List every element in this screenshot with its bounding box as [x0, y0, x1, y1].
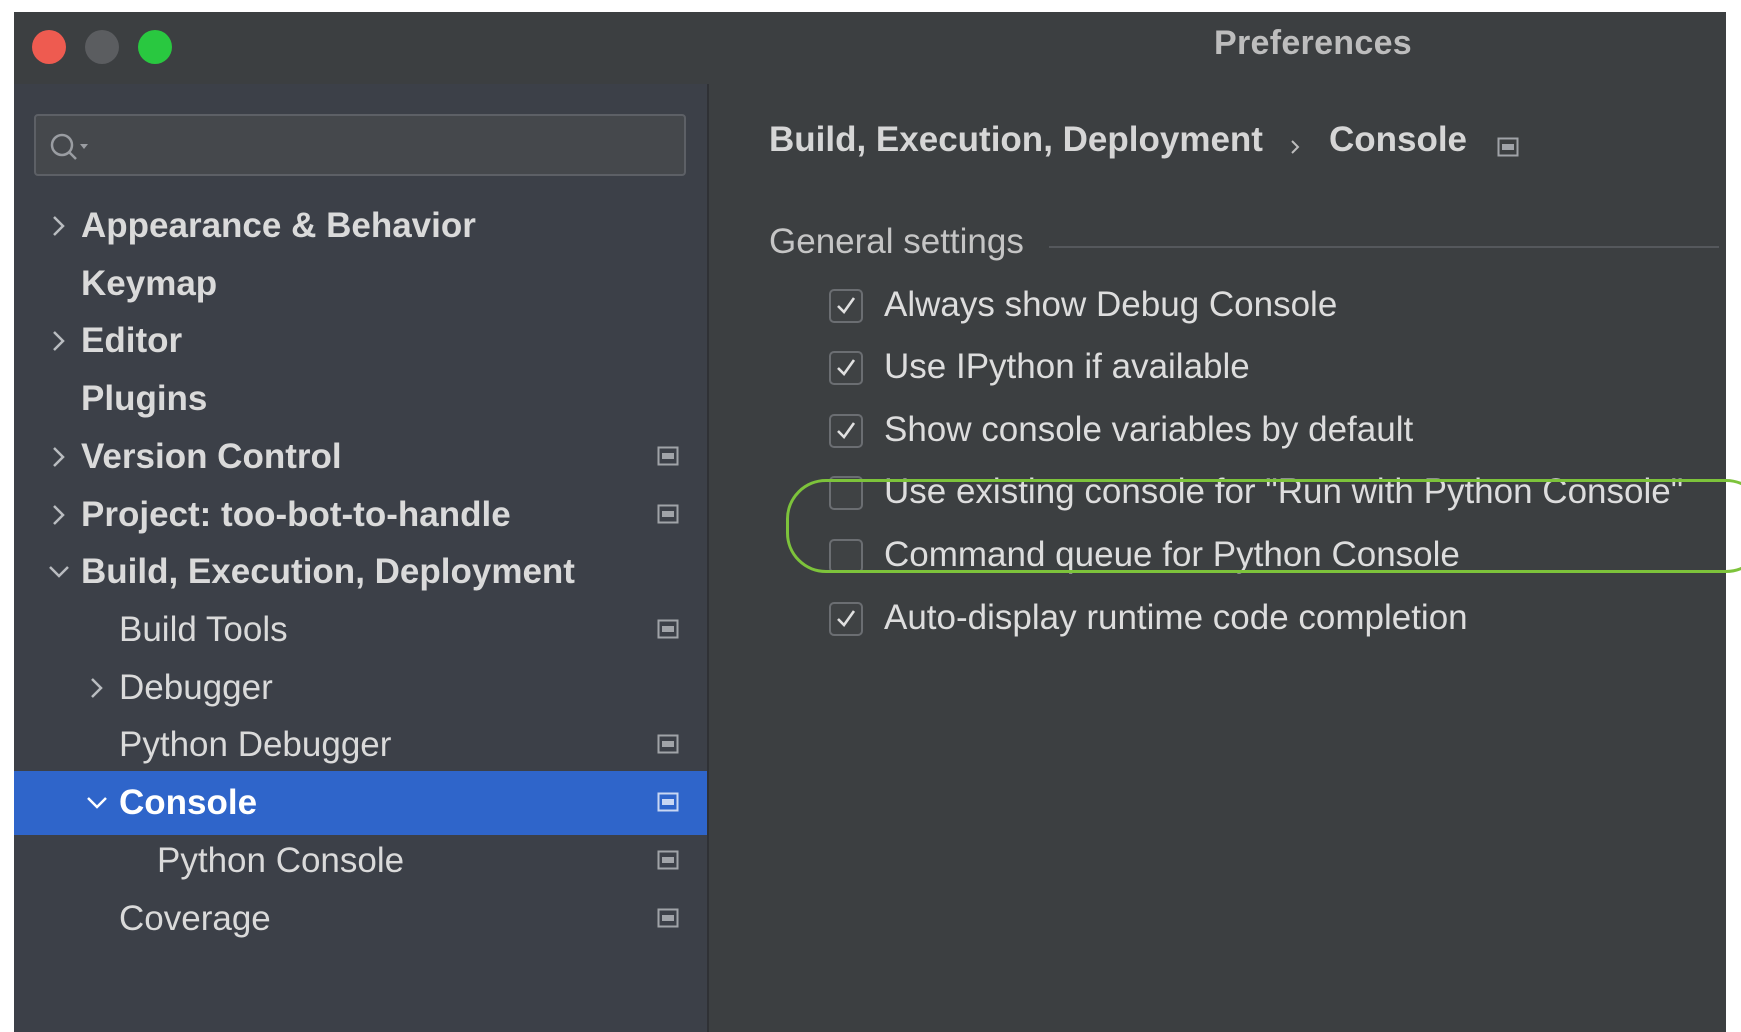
- sidebar-item-label: Version Control: [81, 437, 342, 476]
- chevron-down-icon[interactable]: [45, 558, 73, 586]
- minimize-window-button[interactable]: [85, 30, 119, 64]
- chevron-right-icon[interactable]: [83, 674, 111, 702]
- option-label: Use IPython if available: [884, 347, 1250, 386]
- sidebar-item-python-console[interactable]: Python Console: [14, 829, 707, 893]
- title-bar: Preferences: [14, 12, 1726, 84]
- project-level-icon: [657, 446, 679, 466]
- sidebar-item-build-tools[interactable]: Build Tools: [14, 598, 707, 662]
- sidebar-item-keymap[interactable]: Keymap: [14, 252, 707, 316]
- option-label: Show console variables by default: [884, 410, 1414, 449]
- project-level-icon: [657, 850, 679, 870]
- general-settings-heading: General settings: [769, 222, 1024, 261]
- sidebar-item-python-debugger[interactable]: Python Debugger: [14, 713, 707, 777]
- sidebar-item-coverage[interactable]: Coverage: [14, 887, 707, 951]
- sidebar-item-label: Build, Execution, Deployment: [81, 552, 575, 591]
- close-window-button[interactable]: [32, 30, 66, 64]
- settings-sidebar: Appearance & Behavior Keymap Editor Plugins…: [14, 84, 707, 1032]
- sidebar-item-label: Python Console: [157, 841, 405, 880]
- highlight-ring: [786, 479, 1741, 573]
- project-level-icon: [657, 908, 679, 928]
- sidebar-item-label: Debugger: [119, 668, 273, 707]
- checkbox-checked[interactable]: [829, 414, 863, 448]
- option-label: Auto-display runtime code completion: [884, 598, 1468, 637]
- sidebar-item-debugger[interactable]: Debugger: [14, 656, 707, 720]
- sidebar-item-label: Build Tools: [119, 610, 288, 649]
- checkmark-icon: [837, 359, 856, 377]
- checkbox-checked[interactable]: [829, 351, 863, 385]
- option-row[interactable]: Always show Debug Console: [829, 283, 1709, 345]
- chevron-right-icon[interactable]: [45, 327, 73, 355]
- sidebar-item-console[interactable]: Console: [14, 771, 707, 835]
- settings-search-input[interactable]: [34, 114, 686, 176]
- sidebar-item-build-execution-deployment[interactable]: Build, Execution, Deployment: [14, 540, 707, 604]
- project-level-icon: [657, 619, 679, 639]
- sidebar-item-label: Plugins: [81, 379, 208, 418]
- checkmark-icon: [837, 422, 856, 440]
- sidebar-item-project-too-bot-to-handle[interactable]: Project: too-bot-to-handle: [14, 483, 707, 547]
- sidebar-item-label: Project: too-bot-to-handle: [81, 495, 511, 534]
- sidebar-item-editor[interactable]: Editor: [14, 309, 707, 373]
- breadcrumb-parent[interactable]: Build, Execution, Deployment: [769, 120, 1263, 159]
- section-divider: [1049, 246, 1719, 248]
- option-row[interactable]: Show console variables by default: [829, 408, 1709, 470]
- chevron-right-icon[interactable]: [45, 443, 73, 471]
- sidebar-item-appearance-behavior[interactable]: Appearance & Behavior: [14, 194, 707, 258]
- sidebar-item-label: Coverage: [119, 899, 271, 938]
- sidebar-item-label: Appearance & Behavior: [81, 206, 476, 245]
- project-level-icon: [657, 792, 679, 812]
- project-level-icon: [657, 734, 679, 754]
- project-level-icon: [657, 504, 679, 524]
- checkbox-checked[interactable]: [829, 602, 863, 636]
- checkmark-icon: [837, 610, 856, 628]
- option-row[interactable]: Use IPython if available: [829, 345, 1709, 407]
- sidebar-item-label: Keymap: [81, 264, 218, 303]
- project-level-icon: [1497, 137, 1519, 157]
- breadcrumb: Build, Execution, Deployment Console: [769, 120, 1519, 170]
- search-icon: [50, 133, 88, 160]
- chevron-right-icon[interactable]: [45, 212, 73, 240]
- checkmark-icon: [837, 297, 856, 315]
- option-row[interactable]: Auto-display runtime code completion: [829, 596, 1709, 658]
- breadcrumb-current: Console: [1328, 120, 1468, 159]
- sidebar-item-plugins[interactable]: Plugins: [14, 367, 707, 431]
- checkbox-checked[interactable]: [829, 289, 863, 323]
- chevron-right-icon: [1291, 140, 1300, 154]
- chevron-right-icon[interactable]: [45, 501, 73, 529]
- sidebar-item-version-control[interactable]: Version Control: [14, 425, 707, 489]
- window-title: Preferences: [1214, 24, 1412, 62]
- option-label: Always show Debug Console: [884, 285, 1338, 324]
- sidebar-item-label: Python Debugger: [119, 725, 392, 764]
- chevron-down-icon[interactable]: [83, 789, 111, 817]
- sidebar-item-label: Console: [119, 783, 258, 822]
- sidebar-item-label: Editor: [81, 321, 183, 360]
- maximize-window-button[interactable]: [138, 30, 172, 64]
